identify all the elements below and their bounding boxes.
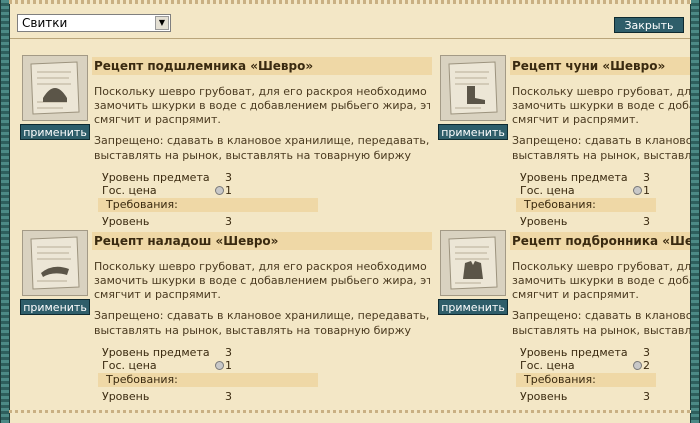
item-level-label: Уровень предмета [102, 171, 210, 184]
close-button[interactable]: Закрыть [614, 17, 684, 33]
recipe-card: применить Рецепт подбронника «Шевро» Пос… [438, 230, 690, 405]
requirements-header: Требования: [98, 198, 318, 212]
price-value: 1 [225, 184, 232, 197]
apply-button[interactable]: применить [438, 124, 508, 140]
coin-icon [215, 361, 224, 370]
recipe-restrictions: Запрещено: сдавать в клановое хранилище,… [512, 309, 690, 337]
recipe-restrictions: Запрещено: сдавать в клановое хранилище,… [94, 309, 430, 337]
price-label: Гос. цена [520, 184, 575, 197]
price-value: 1 [225, 359, 232, 372]
scroll-thumbnail [22, 230, 88, 296]
price-label: Гос. цена [102, 359, 157, 372]
recipe-stats: Уровень предмета 3 Гос. цена 2 [520, 346, 650, 372]
toolbar: Свитки ▼ Закрыть [10, 8, 690, 39]
item-level-label: Уровень предмета [102, 346, 210, 359]
frame-right [690, 0, 700, 423]
recipe-card: применить Рецепт чуни «Шевро» Поскольку … [438, 55, 690, 230]
requirements-header: Требования: [516, 198, 656, 212]
recipe-stats: Уровень предмета 3 Гос. цена 1 [520, 171, 650, 197]
item-level-value: 3 [225, 171, 232, 184]
chevron-down-icon[interactable]: ▼ [155, 16, 169, 30]
apply-button[interactable]: применить [20, 299, 90, 315]
recipe-description: Поскольку шевро грубоват, для его раскро… [512, 260, 690, 301]
recipe-title: Рецепт чуни «Шевро» [510, 57, 690, 75]
recipe-description: Поскольку шевро грубоват, для его раскро… [94, 260, 430, 301]
item-level-value: 3 [643, 346, 650, 359]
recipe-restrictions: Запрещено: сдавать в клановое хранилище,… [94, 134, 430, 162]
required-level: Уровень 3 [520, 215, 650, 228]
category-select-value: Свитки [22, 16, 68, 30]
requirements-header: Требования: [516, 373, 656, 387]
required-level: Уровень 3 [102, 390, 232, 403]
required-level: Уровень 3 [102, 215, 232, 228]
coin-icon [633, 361, 642, 370]
item-level-label: Уровень предмета [520, 171, 628, 184]
bottom-border [9, 410, 691, 413]
recipe-card: применить Рецепт наладош «Шевро» Посколь… [20, 230, 432, 405]
recipe-description: Поскольку шевро грубоват, для его раскро… [512, 85, 690, 126]
price-value: 2 [643, 359, 650, 372]
recipe-description: Поскольку шевро грубоват, для его раскро… [94, 85, 430, 126]
coin-icon [215, 186, 224, 195]
recipe-title: Рецепт наладош «Шевро» [92, 232, 432, 250]
apply-button[interactable]: применить [20, 124, 90, 140]
requirements-header: Требования: [98, 373, 318, 387]
price-label: Гос. цена [520, 359, 575, 372]
scroll-thumbnail [440, 55, 506, 121]
item-level-value: 3 [225, 346, 232, 359]
recipe-restrictions: Запрещено: сдавать в клановое хранилище,… [512, 134, 690, 162]
recipe-card: применить Рецепт подшлемника «Шевро» Пос… [20, 55, 432, 230]
price-label: Гос. цена [102, 184, 157, 197]
category-select[interactable]: Свитки ▼ [17, 14, 171, 32]
scroll-thumbnail [22, 55, 88, 121]
apply-button[interactable]: применить [438, 299, 508, 315]
top-border [9, 0, 691, 4]
recipe-title: Рецепт подшлемника «Шевро» [92, 57, 432, 75]
coin-icon [633, 186, 642, 195]
item-level-value: 3 [643, 171, 650, 184]
price-value: 1 [643, 184, 650, 197]
recipe-stats: Уровень предмета 3 Гос. цена 1 [102, 171, 232, 197]
frame-left [0, 0, 10, 423]
recipe-stats: Уровень предмета 3 Гос. цена 1 [102, 346, 232, 372]
required-level: Уровень 3 [520, 390, 650, 403]
item-level-label: Уровень предмета [520, 346, 628, 359]
scroll-thumbnail [440, 230, 506, 296]
recipe-title: Рецепт подбронника «Шевро» [510, 232, 690, 250]
